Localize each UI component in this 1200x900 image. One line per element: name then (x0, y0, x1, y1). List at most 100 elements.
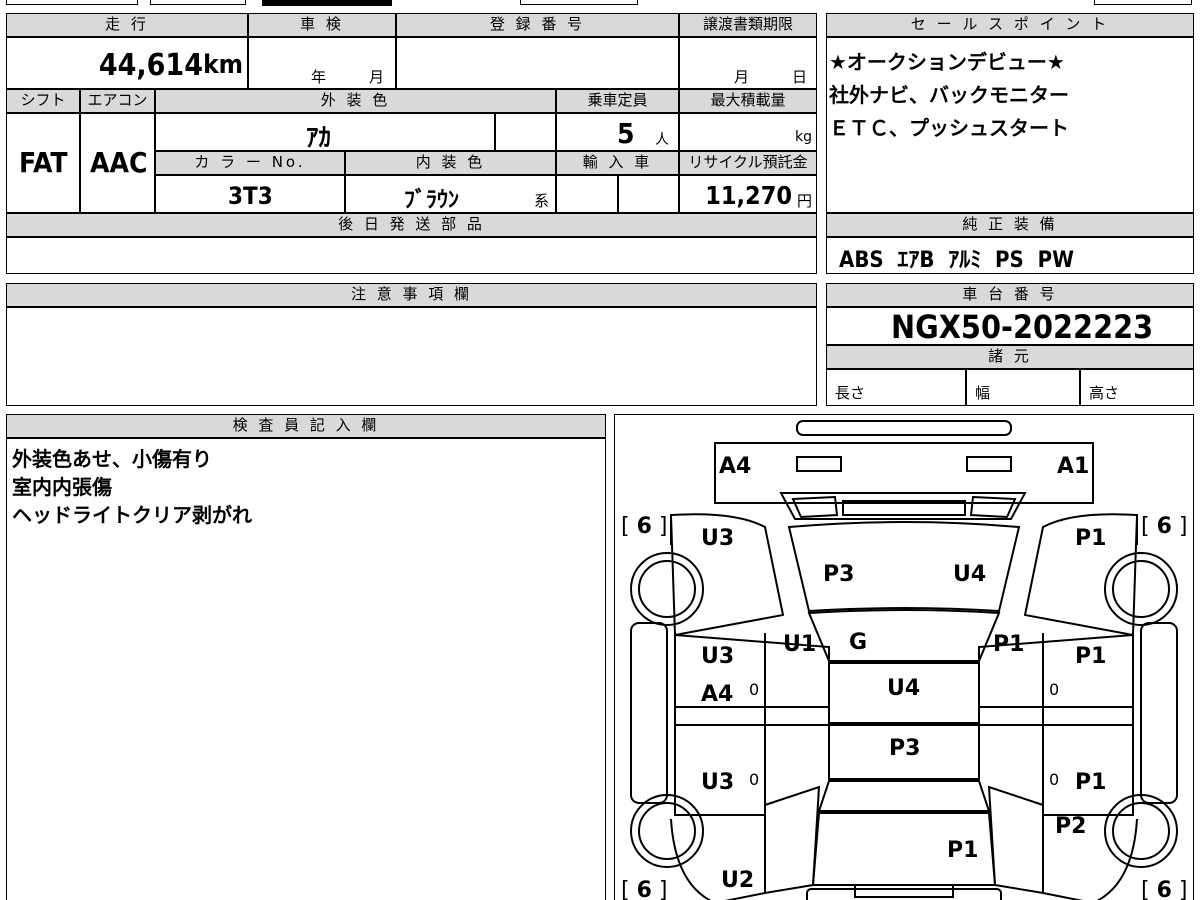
sales-points-label: セ ー ル ス ポ イ ン ト (826, 13, 1194, 37)
capacity-value: 5 (617, 117, 635, 150)
interior-suffix: 系 (534, 192, 550, 210)
bracket-front-left: [ 6 ] (621, 514, 667, 539)
ac-cell: AAC (80, 113, 155, 213)
color-no-value: 3T3 (228, 182, 273, 210)
mark-rear-roof: P3 (889, 736, 920, 761)
exterior-color-value: ｱｶ (306, 123, 332, 152)
recycle-label: リサイクル預託金 (679, 151, 817, 175)
height-label: 高さ (1089, 384, 1120, 402)
registration-cell (396, 37, 679, 89)
width-cell: 幅 (966, 369, 1080, 406)
inspector-line-2: 室内内張傷 (12, 475, 112, 499)
inspection-cell: 年 月 (248, 37, 396, 89)
mileage-value: 44,614 (98, 48, 203, 83)
mark-front-door-left-2: A4 (701, 682, 733, 707)
later-parts-label: 後 日 発 送 部 品 (6, 213, 817, 237)
equipment-items: ABS ｴｱB ｱﾙﾐ PS PW (839, 248, 1074, 273)
deadline-month-unit: 月 (734, 68, 750, 86)
mark-front-door-right: P1 (1075, 644, 1106, 669)
sales-point-2: 社外ナビ、バックモニター (829, 83, 1069, 107)
mileage-unit: km (203, 50, 243, 80)
deadline-day-unit: 日 (792, 68, 808, 86)
recycle-unit: 円 (796, 192, 812, 210)
mark-rear-fender-right: P2 (1055, 814, 1086, 839)
capacity-unit: 人 (655, 132, 669, 148)
inspector-cell: 外装色あせ、小傷有り 室内内張傷 ヘッドライトクリア剥がれ (6, 438, 606, 900)
interior-color-cell: ﾌﾞﾗｳﾝ 系 (345, 175, 556, 213)
sales-point-1: ★オークションデビュー★ (829, 50, 1065, 74)
mark-front-left: A4 (719, 454, 751, 479)
mark-trunk: P1 (947, 838, 978, 863)
load-unit: kg (795, 129, 812, 145)
import-cell-2 (618, 175, 679, 213)
import-label: 輸 入 車 (556, 151, 679, 175)
mark-hood-right: U4 (953, 562, 986, 587)
length-cell: 長さ (826, 369, 966, 406)
recycle-cell: 11,270 円 (679, 175, 817, 213)
sales-points-cell: ★オークションデビュー★ 社外ナビ、バックモニター ＥＴＣ、プッシュスタート (826, 37, 1194, 213)
chassis-value: NGX50-2022223 (891, 308, 1154, 346)
zero-mark-3: 0 (749, 770, 759, 789)
inspector-line-1: 外装色あせ、小傷有り (12, 447, 212, 471)
shift-label: シフト (6, 89, 80, 113)
interior-color-label: 内 装 色 (345, 151, 556, 175)
mark-rear-left: U2 (721, 868, 754, 893)
mark-front-right: A1 (1057, 454, 1089, 479)
length-label: 長さ (835, 384, 866, 402)
bracket-rear-right: [ 6 ] (1141, 878, 1187, 900)
ac-label: エアコン (80, 89, 155, 113)
bracket-front-right: [ 6 ] (1141, 514, 1187, 539)
notes-cell (6, 307, 817, 406)
mark-fender-right: P1 (1075, 526, 1106, 551)
width-label: 幅 (975, 384, 991, 402)
capacity-label: 乗車定員 (556, 89, 679, 113)
mileage-cell: 44,614 km (6, 37, 248, 89)
max-load-label: 最大積載量 (679, 89, 817, 113)
interior-color-value: ﾌﾞﾗｳﾝ (404, 188, 460, 213)
exterior-color-extra-cell (495, 113, 556, 151)
transfer-deadline-cell: 月 日 (679, 37, 817, 89)
color-no-cell: 3T3 (155, 175, 345, 213)
mark-pillar-left: U1 (783, 632, 816, 657)
equipment-cell: ABS ｴｱB ｱﾙﾐ PS PW (826, 237, 1194, 274)
mark-roof: U4 (887, 676, 920, 701)
notes-label: 注 意 事 項 欄 (6, 283, 817, 307)
mark-fender-left: U3 (701, 526, 734, 551)
capacity-cell: 5 人 (556, 113, 679, 151)
inspection-month-unit: 月 (369, 68, 385, 86)
color-no-label: カ ラ ー No. (155, 151, 345, 175)
inspector-line-3: ヘッドライトクリア剥がれ (12, 503, 252, 527)
mark-hood-left: P3 (823, 562, 854, 587)
car-diagram-frame: A4 A1 [ 6 ] [ 6 ] U3 P1 P3 U4 U1 P1 G U3… (614, 414, 1194, 900)
height-cell: 高さ (1080, 369, 1194, 406)
import-cell-1 (556, 175, 618, 213)
recycle-value: 11,270 (705, 181, 792, 210)
car-diagram: A4 A1 [ 6 ] [ 6 ] U3 P1 P3 U4 U1 P1 G U3… (621, 420, 1187, 900)
ac-value: AAC (90, 146, 148, 179)
zero-mark-1: 0 (749, 680, 759, 699)
inspection-year-unit: 年 (311, 68, 327, 86)
inspector-label: 検 査 員 記 入 欄 (6, 414, 606, 438)
mark-windshield: G (849, 630, 867, 655)
exterior-color-label: 外 装 色 (155, 89, 556, 113)
mark-front-door-left: U3 (701, 644, 734, 669)
max-load-cell: kg (679, 113, 817, 151)
top-strip (0, 0, 1200, 6)
later-parts-cell (6, 237, 817, 274)
sales-point-3: ＥＴＣ、プッシュスタート (829, 116, 1069, 140)
chassis-cell: NGX50-2022223 (826, 307, 1194, 346)
shift-value: FAT (19, 146, 68, 179)
zero-mark-4: 0 (1049, 770, 1059, 789)
mark-pillar-right: P1 (993, 632, 1024, 657)
transfer-deadline-label: 譲渡書類期限 (679, 13, 817, 37)
exterior-color-cell: ｱｶ (155, 113, 495, 152)
shift-cell: FAT (6, 113, 80, 213)
bracket-rear-left: [ 6 ] (621, 878, 667, 900)
mark-rear-door-left: U3 (701, 770, 734, 795)
registration-label: 登 録 番 号 (396, 13, 679, 37)
zero-mark-2: 0 (1049, 680, 1059, 699)
chassis-label: 車 台 番 号 (826, 283, 1194, 307)
specs-label: 諸 元 (826, 345, 1194, 369)
equipment-label: 純 正 装 備 (826, 213, 1194, 237)
inspection-label: 車 検 (248, 13, 396, 37)
